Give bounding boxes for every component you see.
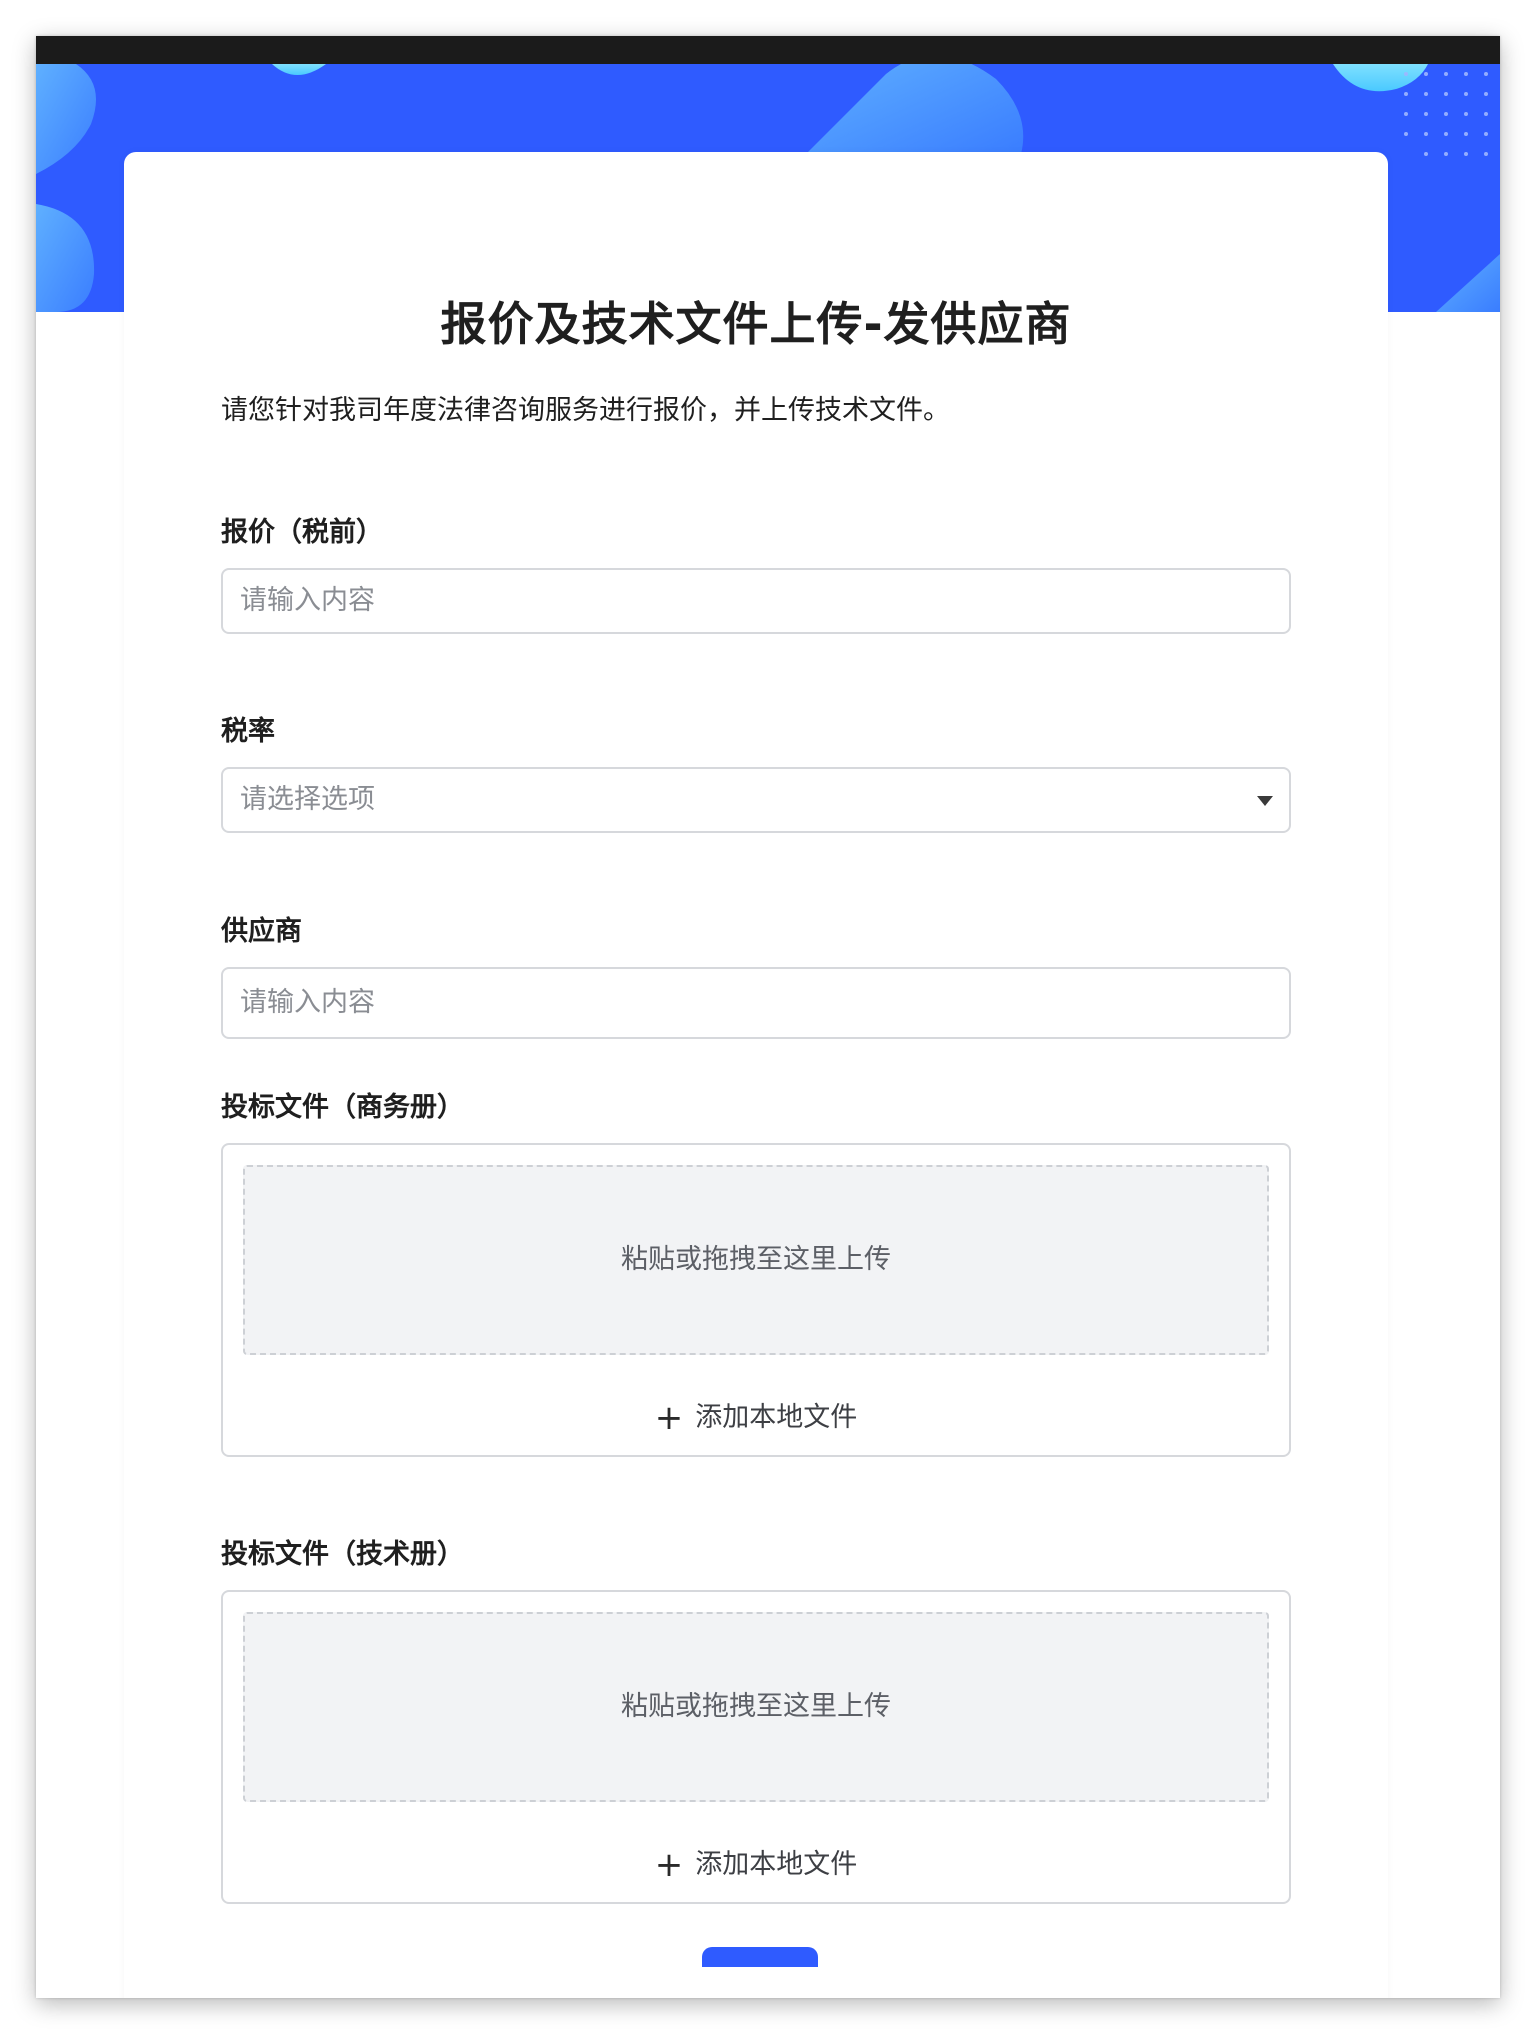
business-file-dropzone[interactable]: 粘贴或拖拽至这里上传: [243, 1165, 1269, 1355]
price-input[interactable]: 请输入内容: [221, 568, 1291, 634]
price-input-placeholder: 请输入内容: [240, 585, 375, 616]
supplier-input-placeholder: 请输入内容: [240, 987, 375, 1018]
caret-down-icon: [1257, 796, 1273, 806]
tax-rate-label: 税率: [221, 716, 275, 747]
business-add-file-label: 添加本地文件: [695, 1402, 858, 1433]
technical-file-label: 投标文件（技术册）: [221, 1539, 464, 1570]
submit-button[interactable]: [702, 1947, 818, 1967]
form-card: 报价及技术文件上传-发供应商 请您针对我司年度法律咨询服务进行报价，并上传技术文…: [124, 152, 1388, 1998]
technical-file-upload: 粘贴或拖拽至这里上传 + 添加本地文件: [221, 1590, 1291, 1904]
form-title: 报价及技术文件上传-发供应商: [440, 297, 1072, 351]
plus-icon: +: [654, 1845, 684, 1885]
tax-rate-select[interactable]: 请选择选项: [221, 767, 1291, 833]
business-file-upload: 粘贴或拖拽至这里上传 + 添加本地文件: [221, 1143, 1291, 1457]
supplier-label: 供应商: [221, 916, 302, 947]
price-label: 报价（税前）: [221, 517, 383, 548]
technical-add-file-button[interactable]: + 添加本地文件: [223, 1842, 1289, 1885]
window-top-bar: [36, 36, 1500, 64]
tax-rate-placeholder: 请选择选项: [240, 784, 375, 815]
business-add-file-button[interactable]: + 添加本地文件: [223, 1395, 1289, 1438]
technical-add-file-label: 添加本地文件: [695, 1849, 858, 1880]
supplier-input[interactable]: 请输入内容: [221, 967, 1291, 1039]
technical-file-dropzone[interactable]: 粘贴或拖拽至这里上传: [243, 1612, 1269, 1802]
plus-icon: +: [654, 1398, 684, 1438]
form-description: 请您针对我司年度法律咨询服务进行报价，并上传技术文件。: [221, 395, 950, 426]
business-file-label: 投标文件（商务册）: [221, 1092, 464, 1123]
browser-window: 报价及技术文件上传-发供应商 请您针对我司年度法律咨询服务进行报价，并上传技术文…: [36, 36, 1500, 1998]
